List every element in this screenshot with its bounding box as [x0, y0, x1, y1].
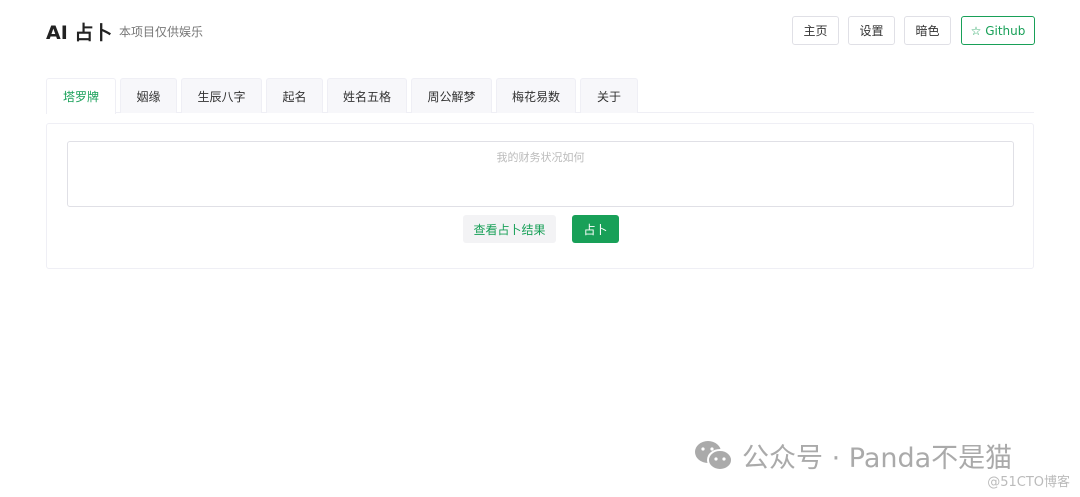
- divine-button[interactable]: 占卜: [572, 215, 619, 243]
- tab-marriage[interactable]: 姻缘: [120, 78, 177, 113]
- app-title: AI 占卜: [46, 22, 113, 44]
- github-button[interactable]: ☆ Github: [961, 16, 1035, 45]
- watermark-source: @51CTO博客: [987, 475, 1070, 490]
- watermark-text: 公众号 · Panda不是猫: [742, 443, 1013, 474]
- tarot-panel: 我的财务状况如何 查看占卜结果 占卜: [46, 123, 1034, 269]
- tab-naming[interactable]: 起名: [266, 78, 323, 113]
- watermark: 公众号 · Panda不是猫: [694, 436, 1012, 475]
- tab-tarot[interactable]: 塔罗牌: [46, 78, 116, 114]
- settings-button[interactable]: 设置: [848, 16, 895, 45]
- question-input[interactable]: 我的财务状况如何: [67, 141, 1014, 207]
- tab-dream[interactable]: 周公解梦: [411, 78, 492, 113]
- tab-plum-blossom[interactable]: 梅花易数: [496, 78, 576, 113]
- dark-mode-button[interactable]: 暗色: [904, 16, 951, 45]
- app-subtitle: 本项目仅供娱乐: [119, 25, 204, 39]
- tab-birth-chart[interactable]: 生辰八字: [181, 78, 262, 113]
- tab-about[interactable]: 关于: [580, 78, 638, 113]
- wechat-icon: [695, 440, 733, 471]
- view-result-button[interactable]: 查看占卜结果: [463, 215, 556, 243]
- tab-bar: 塔罗牌 姻缘 生辰八字 起名 姓名五格 周公解梦 梅花易数 关于: [46, 78, 1034, 114]
- home-button[interactable]: 主页: [792, 16, 839, 45]
- tab-name-analysis[interactable]: 姓名五格: [327, 78, 407, 113]
